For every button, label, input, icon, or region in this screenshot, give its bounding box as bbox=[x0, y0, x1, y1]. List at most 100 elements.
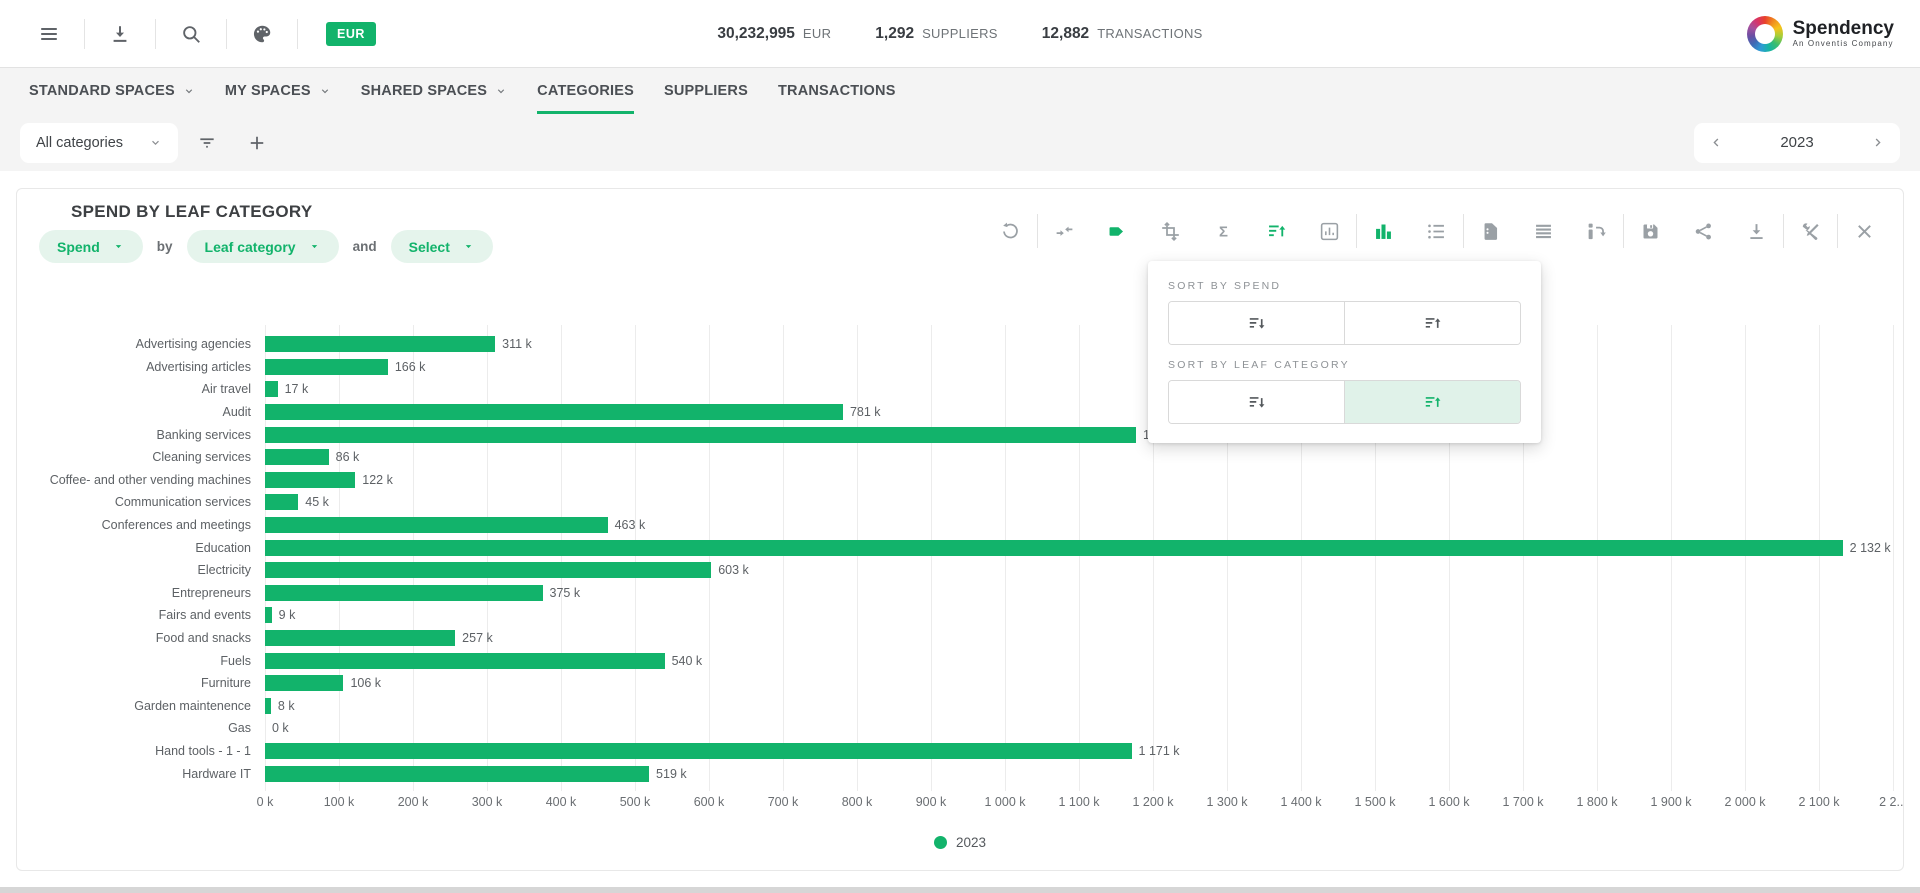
bar-advertising-articles[interactable] bbox=[265, 359, 388, 375]
bar-banking-services[interactable] bbox=[265, 427, 1136, 443]
value-label: 0 k bbox=[272, 721, 289, 735]
x-tick-label: 1 400 k bbox=[1280, 795, 1321, 809]
value-label: 375 k bbox=[550, 586, 581, 600]
next-year-button[interactable] bbox=[1867, 132, 1888, 153]
bar-food-and-snacks[interactable] bbox=[265, 630, 455, 646]
tab-transactions[interactable]: TRANSACTIONS bbox=[763, 68, 911, 114]
palette-icon[interactable] bbox=[239, 14, 285, 54]
topbar: EUR 30,232,995EUR1,292SUPPLIERS12,882TRA… bbox=[0, 0, 1920, 68]
table-rows-icon[interactable] bbox=[1517, 213, 1570, 249]
bar-furniture[interactable] bbox=[265, 675, 343, 691]
bar-cleaning-services[interactable] bbox=[265, 449, 329, 465]
refresh-icon[interactable] bbox=[984, 213, 1037, 249]
brand-logo[interactable]: Spendency An Onventis Company bbox=[1747, 16, 1894, 52]
bar-coffee-and-other-vending-machines[interactable] bbox=[265, 472, 355, 488]
bar-advertising-agencies[interactable] bbox=[265, 336, 495, 352]
bar-hand-tools-1-1[interactable] bbox=[265, 743, 1132, 759]
category-label: Coffee- and other vending machines bbox=[17, 473, 265, 487]
crop-icon[interactable] bbox=[1144, 213, 1197, 249]
chart-frame-icon[interactable] bbox=[1303, 213, 1356, 249]
value-label: 9 k bbox=[279, 608, 296, 622]
bar-electricity[interactable] bbox=[265, 562, 711, 578]
popup-button-group bbox=[1168, 380, 1521, 424]
sort-spend-descending-button[interactable] bbox=[1169, 302, 1344, 344]
value-label: 540 k bbox=[672, 654, 703, 668]
sort-descending-icon bbox=[1247, 314, 1266, 333]
bar-fuels[interactable] bbox=[265, 653, 665, 669]
bar-education[interactable] bbox=[265, 540, 1843, 556]
category-label: Garden maintenence bbox=[17, 699, 265, 713]
tab-my-spaces[interactable]: MY SPACES bbox=[210, 68, 346, 114]
bar-chart-icon[interactable] bbox=[1357, 213, 1410, 249]
close-icon[interactable] bbox=[1838, 213, 1891, 249]
tab-suppliers[interactable]: SUPPLIERS bbox=[649, 68, 763, 114]
add-icon[interactable] bbox=[236, 123, 278, 163]
chart-row-furniture: Furniture106 k bbox=[17, 672, 1903, 695]
value-label: 166 k bbox=[395, 360, 426, 374]
category-select[interactable]: All categories bbox=[20, 123, 178, 163]
category-label: Education bbox=[17, 541, 265, 555]
chart-row-food-and-snacks: Food and snacks257 k bbox=[17, 627, 1903, 650]
sort-spend-ascending-button[interactable] bbox=[1344, 302, 1520, 344]
tag-icon[interactable] bbox=[1091, 213, 1144, 249]
pivot-icon[interactable] bbox=[1570, 213, 1623, 249]
secondary-dimension-select[interactable]: Select bbox=[391, 230, 493, 263]
topbar-actions: EUR bbox=[26, 14, 376, 54]
bar-entrepreneurs[interactable] bbox=[265, 585, 543, 601]
chart-row-entrepreneurs: Entrepreneurs375 k bbox=[17, 582, 1903, 605]
sort-category-descending-button[interactable] bbox=[1169, 381, 1344, 423]
measure-select[interactable]: Spend bbox=[39, 230, 143, 263]
tab-categories[interactable]: CATEGORIES bbox=[522, 68, 649, 114]
x-tick-label: 800 k bbox=[842, 795, 873, 809]
primary-nav: STANDARD SPACESMY SPACESSHARED SPACESCAT… bbox=[0, 68, 1920, 114]
sort-icon[interactable] bbox=[1250, 213, 1303, 249]
sigma-icon[interactable]: Σ bbox=[1197, 213, 1250, 249]
bar-communication-services[interactable] bbox=[265, 494, 298, 510]
filter-icon[interactable] bbox=[186, 123, 228, 163]
collapse-arrows-icon[interactable] bbox=[1038, 213, 1091, 249]
bar-garden-maintenence[interactable] bbox=[265, 698, 271, 714]
settings-tools-icon[interactable] bbox=[1784, 213, 1837, 249]
share-icon[interactable] bbox=[1677, 213, 1730, 249]
download-icon[interactable] bbox=[1730, 213, 1783, 249]
category-label: Conferences and meetings bbox=[17, 518, 265, 532]
value-label: 86 k bbox=[336, 450, 360, 464]
value-label: 122 k bbox=[362, 473, 393, 487]
search-icon[interactable] bbox=[168, 14, 214, 54]
tab-shared-spaces[interactable]: SHARED SPACES bbox=[346, 68, 522, 114]
year-navigator: 2023 bbox=[1694, 123, 1900, 163]
stat-suppliers: 1,292SUPPLIERS bbox=[875, 25, 997, 43]
currency-badge[interactable]: EUR bbox=[326, 22, 376, 46]
tab-standard-spaces[interactable]: STANDARD SPACES bbox=[14, 68, 210, 114]
list-view-icon[interactable] bbox=[1410, 213, 1463, 249]
save-icon[interactable] bbox=[1624, 213, 1677, 249]
popup-section-label-sort-by-spend: SORT BY SPEND bbox=[1168, 280, 1521, 292]
previous-year-button[interactable] bbox=[1706, 132, 1727, 153]
bar-hardware-it[interactable] bbox=[265, 766, 649, 782]
bar-air-travel[interactable] bbox=[265, 381, 278, 397]
chart-row-fuels: Fuels540 k bbox=[17, 649, 1903, 672]
divider bbox=[84, 19, 85, 49]
sort-category-ascending-button[interactable] bbox=[1344, 381, 1520, 423]
x-tick-label: 500 k bbox=[620, 795, 651, 809]
report-icon[interactable] bbox=[1464, 213, 1517, 249]
menu-icon[interactable] bbox=[26, 14, 72, 54]
dimension-select[interactable]: Leaf category bbox=[187, 230, 339, 263]
download-icon[interactable] bbox=[97, 14, 143, 54]
horizontal-scrollbar[interactable] bbox=[0, 887, 1920, 893]
x-tick-label: 2 000 k bbox=[1724, 795, 1765, 809]
chart-row-advertising-articles: Advertising articles166 k bbox=[17, 356, 1903, 379]
brand-tagline: An Onventis Company bbox=[1793, 39, 1894, 48]
value-label: 311 k bbox=[502, 337, 532, 351]
x-tick-label: 0 k bbox=[257, 795, 274, 809]
bar-audit[interactable] bbox=[265, 404, 843, 420]
x-tick-label: 600 k bbox=[694, 795, 725, 809]
value-label: 8 k bbox=[278, 699, 295, 713]
chart-row-electricity: Electricity603 k bbox=[17, 559, 1903, 582]
bar-fairs-and-events[interactable] bbox=[265, 607, 272, 623]
bar-conferences-and-meetings[interactable] bbox=[265, 517, 608, 533]
legend-item-2023[interactable]: 2023 bbox=[934, 835, 986, 850]
svg-text:Σ: Σ bbox=[1219, 224, 1228, 240]
category-label: Electricity bbox=[17, 563, 265, 577]
chart-row-audit: Audit781 k bbox=[17, 401, 1903, 424]
